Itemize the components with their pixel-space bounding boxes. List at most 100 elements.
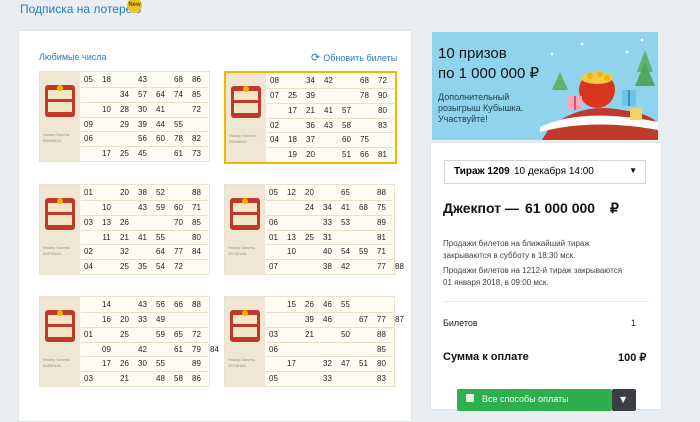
ticket-number: 05 bbox=[269, 188, 278, 197]
ticket-number: 52 bbox=[156, 188, 165, 197]
ticket-number: 80 bbox=[192, 232, 201, 242]
ticket-number: 33 bbox=[138, 314, 147, 324]
grid-line bbox=[266, 311, 393, 313]
ticket-number: 19 bbox=[288, 150, 297, 160]
ticket-number: 01 bbox=[84, 188, 93, 197]
ticket-number: 32 bbox=[323, 359, 332, 369]
ticket-number: 48 bbox=[156, 374, 165, 384]
ticket-number: 39 bbox=[306, 90, 315, 100]
draw-select[interactable]: Тираж 1209 10 декабря 14:00 ▼ bbox=[444, 160, 646, 184]
ticket-number: 51 bbox=[359, 359, 368, 369]
refresh-icon: ⟳ bbox=[311, 52, 321, 64]
ticket-number: 45 bbox=[138, 149, 147, 159]
ticket-number: 59 bbox=[156, 202, 165, 212]
ticket-number: 85 bbox=[377, 344, 386, 354]
tickets-count-value: 1 bbox=[631, 318, 637, 328]
ticket-number: 70 bbox=[174, 217, 183, 227]
ticket-number-label: Номер билета: 59740148 bbox=[228, 245, 256, 256]
grid-line bbox=[81, 199, 208, 201]
ticket-number: 33 bbox=[323, 374, 332, 384]
order-panel: Тираж 1209 10 декабря 14:00 ▼ Джекпот — … bbox=[430, 142, 662, 411]
ticket-number: 01 bbox=[269, 232, 278, 242]
grid-line bbox=[81, 259, 208, 261]
ticket-number: 44 bbox=[156, 119, 165, 129]
ticket-number: 66 bbox=[174, 300, 183, 309]
refresh-tickets-button[interactable]: ⟳ Обновить билеты bbox=[311, 51, 397, 64]
favorite-numbers-link[interactable]: Любимые числа bbox=[39, 52, 106, 62]
ticket-number: 60 bbox=[156, 134, 165, 144]
grid-line bbox=[267, 147, 394, 149]
lottery-ticket[interactable]: Номер билета: 59988826 05 18 43 68 86 34 57 64 74 8… bbox=[39, 71, 210, 162]
ticket-number: 17 bbox=[102, 149, 111, 159]
ticket-number: 04 bbox=[270, 135, 279, 145]
lottery-ticket[interactable]: Номер билета: 59740148 05 12 20 65 88 24 34 41 68 7… bbox=[224, 184, 404, 275]
tickets-panel: Любимые числа ⟳ Обновить билеты Номер би… bbox=[18, 30, 412, 422]
ticket-number: 17 bbox=[102, 359, 111, 369]
ticket-number: 34 bbox=[120, 89, 129, 99]
lottery-ticket[interactable]: Номер билета: 59549960 08 34 42 68 72 07 25 39 78 9… bbox=[224, 71, 397, 164]
ticket-number: 73 bbox=[192, 149, 201, 159]
ticket-number: 65 bbox=[174, 329, 183, 339]
sales-info-line-1: Продажи билетов на ближайший тираж bbox=[443, 239, 590, 248]
ticket-number: 66 bbox=[360, 150, 369, 160]
ticket-number: 77 bbox=[174, 247, 183, 257]
ticket-number: 49 bbox=[156, 314, 165, 324]
ticket-number: 75 bbox=[377, 202, 386, 212]
ticket-number: 21 bbox=[306, 105, 315, 115]
ticket-number: 46 bbox=[323, 314, 332, 324]
ticket-number-grid: 01 20 38 52 88 10 43 59 60 71 03 13 26 70 85 11 21 41 55 80… bbox=[81, 185, 208, 274]
ticket-number: 72 bbox=[174, 262, 183, 272]
ticket-number-label: Номер билета: 59748180 bbox=[228, 357, 256, 368]
ticket-number: 72 bbox=[192, 104, 201, 114]
ticket-number: 83 bbox=[378, 120, 387, 130]
russian-lotto-logo bbox=[230, 310, 260, 342]
ticket-number: 28 bbox=[120, 104, 129, 114]
ticket-number: 51 bbox=[342, 150, 351, 160]
ticket-number: 64 bbox=[156, 89, 165, 99]
ticket-number-label: Номер билета: 59890436 bbox=[43, 357, 71, 368]
ticket-number: 34 bbox=[323, 202, 332, 212]
sales-info-line-4: 01 января 2018, в 09:00 мск. bbox=[443, 278, 549, 287]
grid-line bbox=[267, 117, 394, 119]
lottery-subscription-link[interactable]: Подписка на лотерею bbox=[20, 2, 141, 16]
ticket-number: 57 bbox=[138, 89, 147, 99]
ticket-number: 42 bbox=[138, 344, 147, 354]
ticket-number: 86 bbox=[192, 75, 201, 84]
lottery-ticket[interactable]: Номер билета: 59748180 15 26 46 55 39 46 67 77 87 0… bbox=[224, 296, 404, 387]
ticket-number: 79 bbox=[192, 344, 201, 354]
grid-line bbox=[81, 214, 208, 216]
russian-lotto-logo bbox=[45, 198, 75, 230]
chevron-down-icon: ▼ bbox=[629, 166, 637, 175]
ticket-number: 26 bbox=[120, 217, 129, 227]
ticket-stub: Номер билета: 59549960 bbox=[226, 73, 266, 162]
promo-banner[interactable]: 10 призов по 1 000 000 ₽ Дополнительный … bbox=[432, 32, 658, 140]
ticket-number: 68 bbox=[359, 202, 368, 212]
ticket-number-label: Номер билета: 59675154 bbox=[43, 245, 71, 256]
ticket-number: 53 bbox=[341, 217, 350, 227]
ticket-number: 09 bbox=[84, 119, 93, 129]
ticket-stub: Номер билета: 59988826 bbox=[40, 72, 80, 161]
grid-line bbox=[81, 326, 208, 328]
sales-info-line-3: Продажи билетов на 1212-й тираж закрываю… bbox=[443, 266, 623, 275]
promo-sub-2: розыгрыш Кубышка. bbox=[438, 103, 524, 113]
draw-date: 10 декабря 14:00 bbox=[514, 166, 594, 177]
promo-headline-1: 10 призов bbox=[438, 45, 507, 62]
grid-line bbox=[81, 244, 208, 246]
ticket-number: 16 bbox=[102, 314, 111, 324]
ticket-number: 14 bbox=[102, 300, 111, 309]
ticket-number: 06 bbox=[269, 217, 278, 227]
ticket-number: 86 bbox=[192, 374, 201, 384]
ticket-number: 67 bbox=[359, 314, 368, 324]
ticket-number: 46 bbox=[323, 300, 332, 309]
ticket-number: 05 bbox=[269, 374, 278, 384]
ticket-number: 39 bbox=[138, 119, 147, 129]
grid-line bbox=[266, 199, 393, 201]
ticket-number: 25 bbox=[120, 262, 129, 272]
ticket-number: 59 bbox=[156, 329, 165, 339]
ticket-number: 89 bbox=[377, 217, 386, 227]
lottery-ticket[interactable]: Номер билета: 59890436 14 43 56 66 88 16 20 33 49 0… bbox=[39, 296, 219, 387]
ticket-number: 61 bbox=[174, 149, 183, 159]
ticket-number: 26 bbox=[120, 359, 129, 369]
lottery-ticket[interactable]: Номер билета: 59675154 01 20 38 52 88 10 43 59 60 7… bbox=[39, 184, 210, 275]
ticket-number: 55 bbox=[174, 119, 183, 129]
